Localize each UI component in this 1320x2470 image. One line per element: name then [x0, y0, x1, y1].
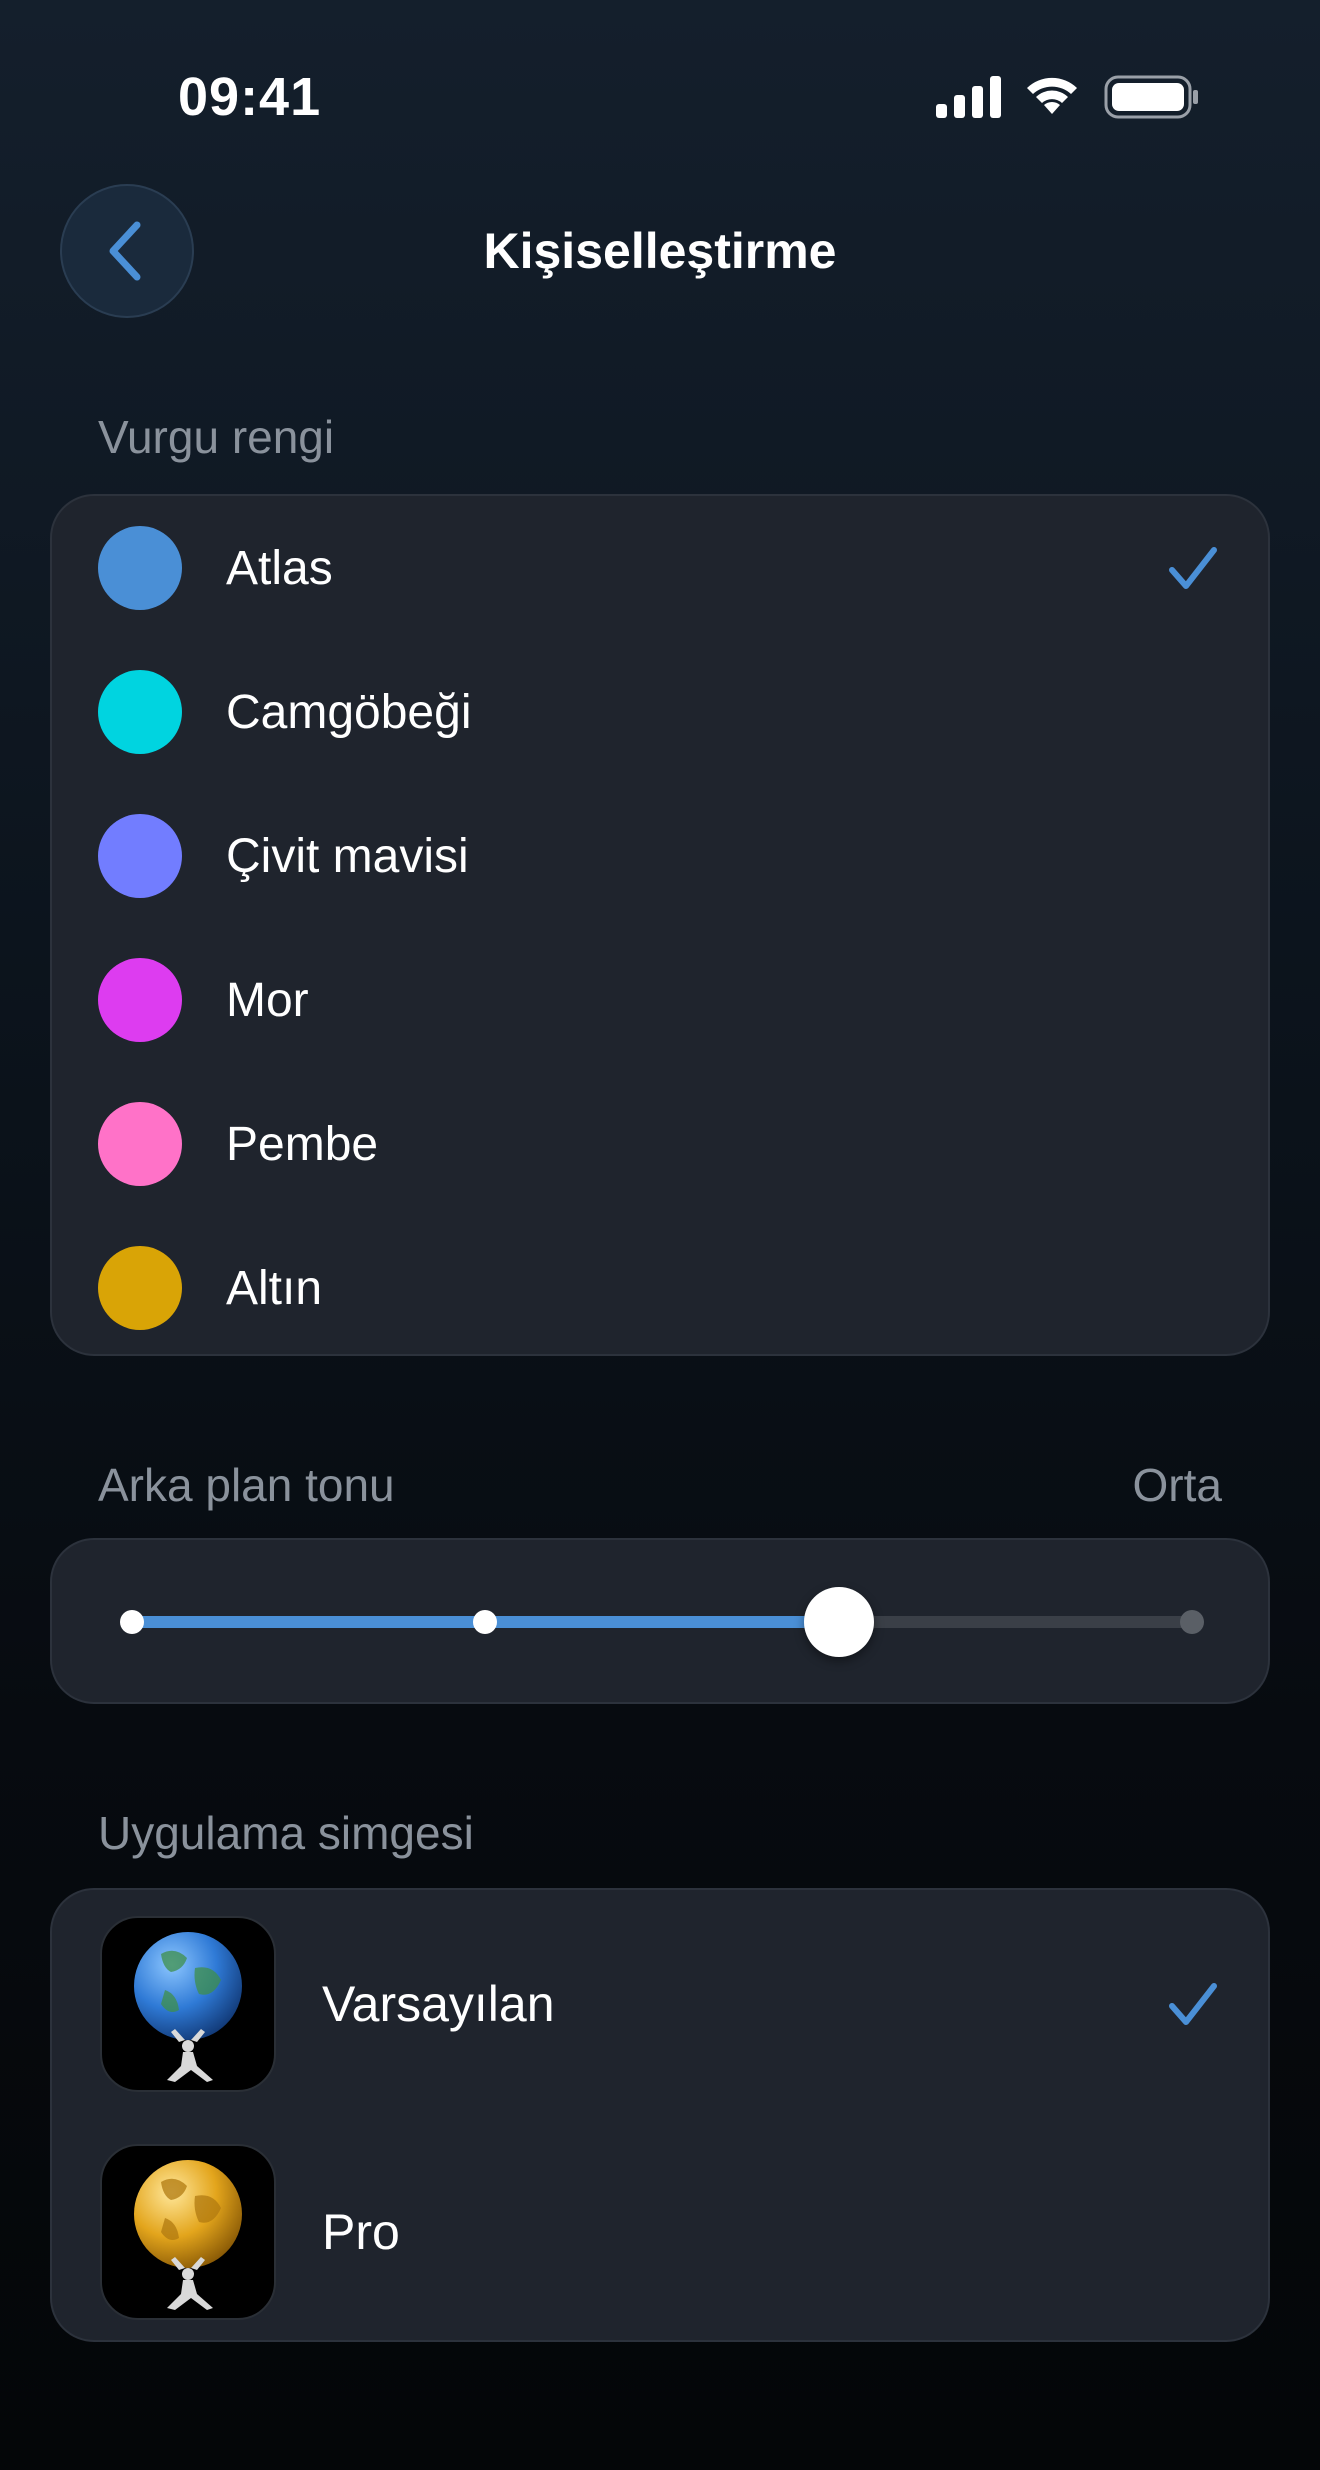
- color-swatch: [98, 958, 182, 1042]
- wifi-icon: [1027, 77, 1077, 114]
- app-icon-section-label: Uygulama simgesi: [98, 1807, 474, 1859]
- signal-icon: [936, 76, 1001, 118]
- checkmark-icon: [1169, 1983, 1217, 2025]
- atlas-globe-blue-icon: [100, 1916, 276, 2092]
- slider-stop[interactable]: [1180, 1610, 1204, 1634]
- background-tone-value: Orta: [1132, 1459, 1222, 1511]
- accent-color-list: Atlas Camgöbeği Çivit mavisi Mor Pembe A…: [50, 494, 1270, 1356]
- color-swatch: [98, 1102, 182, 1186]
- color-option-pembe[interactable]: Pembe: [52, 1072, 1268, 1216]
- color-option-label: Çivit mavisi: [226, 829, 469, 883]
- color-option-civit-mavisi[interactable]: Çivit mavisi: [52, 784, 1268, 928]
- color-option-altin[interactable]: Altın: [52, 1216, 1268, 1360]
- slider-stop[interactable]: [120, 1610, 144, 1634]
- slider-thumb[interactable]: [803, 1587, 874, 1657]
- background-tone-slider[interactable]: [52, 1540, 1268, 1702]
- slider-stop[interactable]: [473, 1610, 498, 1634]
- color-swatch: [98, 670, 182, 754]
- color-option-label: Mor: [226, 973, 309, 1027]
- app-icon-option-label: Varsayılan: [322, 1976, 555, 2032]
- app-icon-option-pro[interactable]: Pro: [52, 2118, 1268, 2346]
- status-bar: 09:41: [0, 0, 1320, 190]
- color-option-mor[interactable]: Mor: [52, 928, 1268, 1072]
- background-tone-card: [50, 1538, 1270, 1704]
- battery-icon: [1104, 75, 1198, 119]
- atlas-globe-gold-icon: [100, 2144, 276, 2320]
- page-title: Kişiselleştirme: [483, 223, 837, 279]
- color-swatch: [98, 814, 182, 898]
- status-time: 09:41: [178, 67, 322, 127]
- app-icon-option-label: Pro: [322, 2204, 400, 2260]
- color-option-label: Atlas: [226, 541, 333, 595]
- checkmark-icon: [1169, 547, 1217, 589]
- app-icon-list: Varsayılan Pro: [50, 1888, 1270, 2342]
- color-option-atlas[interactable]: Atlas: [52, 496, 1268, 640]
- accent-section-label: Vurgu rengi: [98, 411, 335, 463]
- color-option-label: Pembe: [226, 1117, 379, 1171]
- color-option-label: Altın: [226, 1261, 323, 1315]
- color-swatch: [98, 526, 182, 610]
- color-option-label: Camgöbeği: [226, 685, 472, 739]
- color-swatch: [98, 1246, 182, 1330]
- background-tone-label: Arka plan tonu: [98, 1459, 395, 1511]
- color-option-camgobegi[interactable]: Camgöbeği: [52, 640, 1268, 784]
- app-icon-option-default[interactable]: Varsayılan: [52, 1890, 1268, 2118]
